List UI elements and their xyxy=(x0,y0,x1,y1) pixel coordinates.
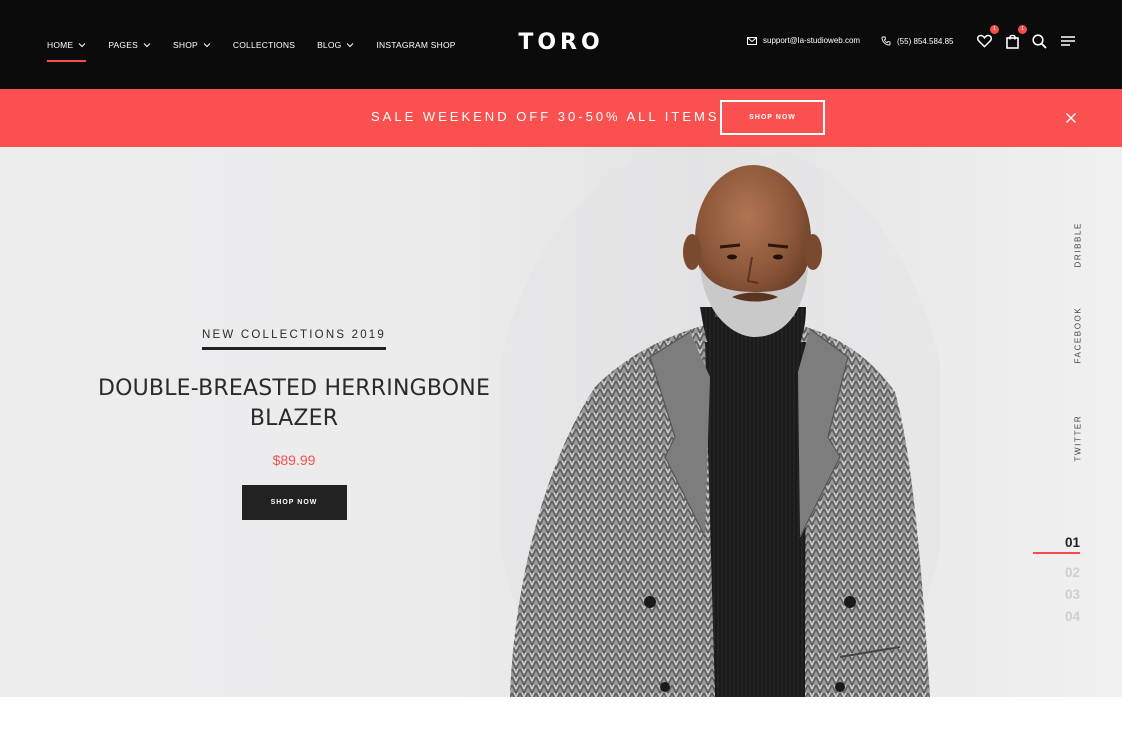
nav-item-collections[interactable]: COLLECTIONS xyxy=(233,0,295,89)
hero-slider: NEW COLLECTIONS 2019 DOUBLE-BREASTED HER… xyxy=(0,147,1122,697)
slide-dot-02[interactable]: 02 xyxy=(1033,562,1080,584)
nav-item-shop[interactable]: SHOP xyxy=(173,0,211,89)
social-link-dribble[interactable]: DRIBBLE xyxy=(1074,222,1083,267)
nav-item-label: INSTAGRAM SHOP xyxy=(376,39,456,50)
promo-shop-now-button[interactable]: SHOP NOW xyxy=(720,100,825,135)
site-logo[interactable]: TORO xyxy=(518,30,603,55)
hero-title: DOUBLE-BREASTED HERRINGBONE BLAZER xyxy=(94,374,494,434)
social-link-twitter[interactable]: TWITTER xyxy=(1074,415,1083,462)
bag-icon xyxy=(1005,34,1019,49)
menu-button[interactable] xyxy=(1059,32,1077,50)
nav-item-label: PAGES xyxy=(108,39,138,50)
promo-text: SALE WEEKEND OFF 30-50% ALL ITEMS xyxy=(371,109,720,124)
social-link-facebook[interactable]: FACEBOOK xyxy=(1074,307,1083,364)
phone-text: (55) 854.584.85 xyxy=(897,36,954,46)
hero-eyebrow: NEW COLLECTIONS 2019 xyxy=(202,329,386,350)
search-button[interactable] xyxy=(1030,32,1048,50)
nav-item-instagram-shop[interactable]: INSTAGRAM SHOP xyxy=(376,0,455,89)
nav-item-blog[interactable]: BLOG xyxy=(317,0,354,89)
nav-item-label: SHOP xyxy=(172,39,198,50)
phone-icon xyxy=(881,36,891,46)
contact-email[interactable]: support@la-studioweb.com xyxy=(747,36,860,45)
slide-pagination: 01 02 03 04 xyxy=(1033,532,1080,628)
hero-model-image xyxy=(500,157,940,697)
hero-shop-now-button[interactable]: SHOP NOW xyxy=(241,485,347,520)
mail-icon xyxy=(747,36,757,45)
site-header: HOME PAGES SHOP COLLECTIONS BLOG INSTAGR… xyxy=(0,0,1122,89)
heart-icon xyxy=(976,34,992,48)
wishlist-count-badge: 1 xyxy=(990,25,999,34)
menu-icon xyxy=(1061,36,1075,46)
nav-item-label: COLLECTIONS xyxy=(232,39,296,50)
slide-dot-04[interactable]: 04 xyxy=(1033,606,1080,628)
slide-dot-03[interactable]: 03 xyxy=(1033,584,1080,606)
wishlist-button[interactable]: 1 xyxy=(975,25,999,50)
cart-button[interactable]: 1 xyxy=(1003,25,1027,50)
nav-item-label: HOME xyxy=(47,39,74,50)
hero-title-line: DOUBLE-BREASTED HERRINGBONE xyxy=(97,376,491,401)
hero-title-line: BLAZER xyxy=(249,406,339,431)
chevron-down-icon xyxy=(203,42,211,47)
promo-bar: SALE WEEKEND OFF 30-50% ALL ITEMS SHOP N… xyxy=(0,89,1122,147)
chevron-down-icon xyxy=(347,42,354,47)
nav-item-home[interactable]: HOME xyxy=(47,0,87,89)
chevron-down-icon xyxy=(143,42,151,47)
email-text: support@la-studioweb.com xyxy=(763,36,861,45)
main-nav: HOME PAGES SHOP COLLECTIONS BLOG INSTAGR… xyxy=(47,0,478,89)
hero-copy: NEW COLLECTIONS 2019 DOUBLE-BREASTED HER… xyxy=(94,325,494,520)
slide-dot-01[interactable]: 01 xyxy=(1033,532,1080,554)
search-icon xyxy=(1031,33,1047,49)
contact-phone[interactable]: (55) 854.584.85 xyxy=(881,36,954,46)
close-icon[interactable] xyxy=(1064,111,1078,125)
chevron-down-icon xyxy=(78,42,86,47)
hero-price: $89.99 xyxy=(272,452,316,468)
nav-item-pages[interactable]: PAGES xyxy=(108,0,151,89)
cart-count-badge: 1 xyxy=(1018,25,1027,34)
nav-item-label: BLOG xyxy=(317,39,342,50)
